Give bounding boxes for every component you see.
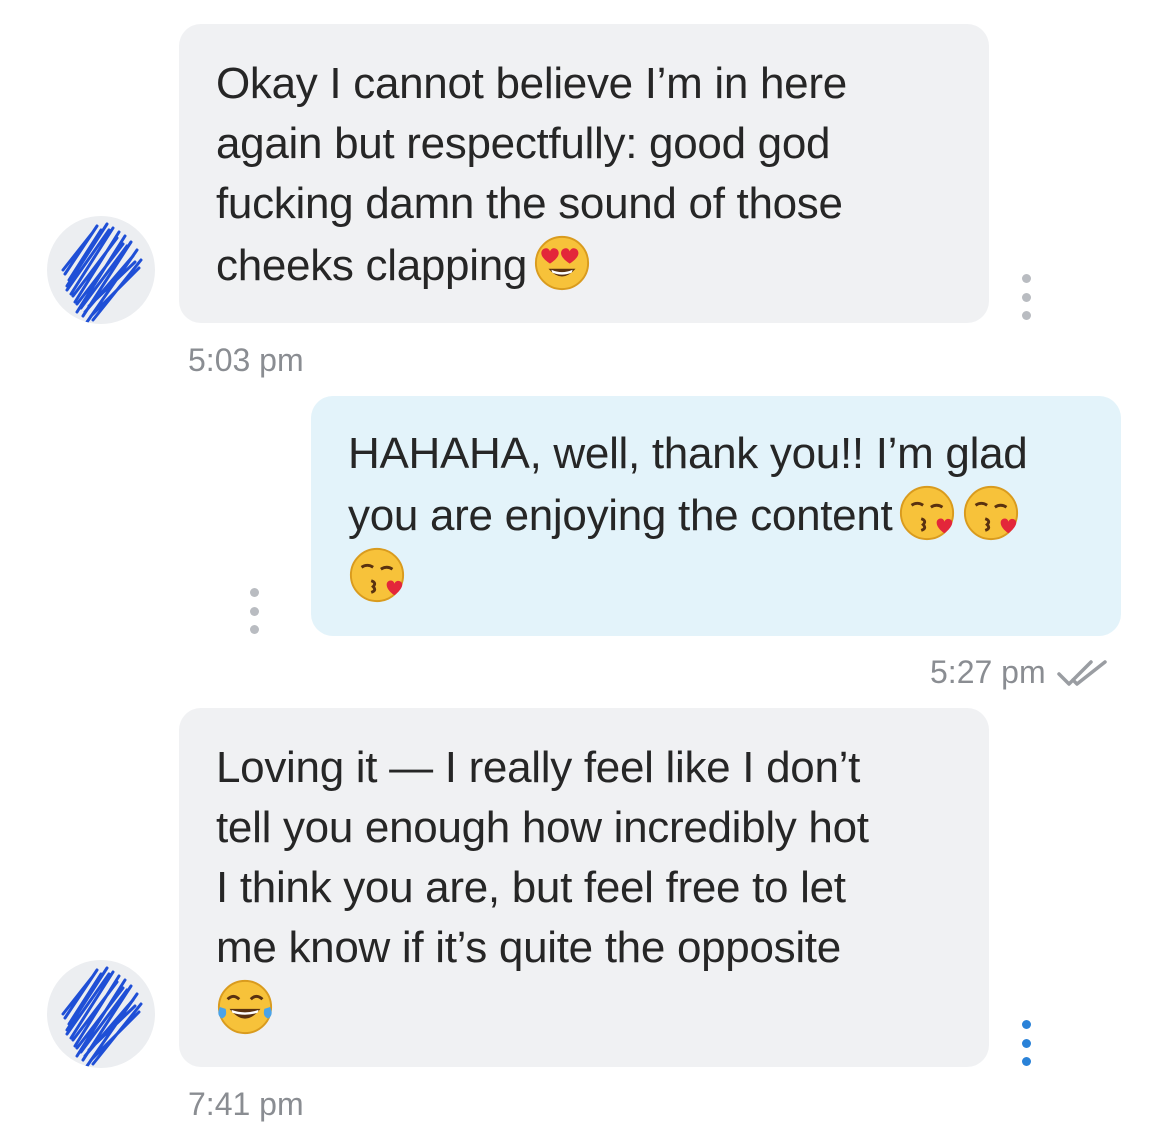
message-text: Loving it — I really feel like I don’t t… [216, 743, 869, 972]
tears-of-joy-emoji-icon [217, 979, 273, 1035]
message-options-button[interactable] [1014, 274, 1038, 320]
kissing-heart-emoji-icon [900, 485, 955, 541]
more-dot-icon [1021, 1057, 1031, 1066]
avatar-scribble-icon [61, 966, 143, 1068]
kissing-heart-emoji-icon [964, 485, 1019, 541]
message-options-button[interactable] [242, 588, 266, 634]
read-receipt-double-check-icon [1057, 660, 1107, 686]
more-dot-icon [1021, 1020, 1031, 1029]
more-dot-icon [249, 588, 259, 597]
message-bubble-incoming[interactable]: Okay I cannot believe I’m in here again … [179, 24, 989, 323]
message-text: Okay I cannot believe I’m in here again … [216, 59, 847, 290]
more-dot-icon [1021, 274, 1031, 283]
heart-eyes-emoji-icon [534, 235, 590, 291]
contact-avatar[interactable] [47, 960, 155, 1068]
more-dot-icon [1021, 292, 1031, 302]
more-dot-icon [249, 606, 259, 616]
more-dot-icon [1021, 1038, 1031, 1048]
message-timestamp: 5:03 pm [188, 342, 304, 378]
message-bubble-incoming[interactable]: Loving it — I really feel like I don’t t… [179, 708, 989, 1067]
contact-avatar[interactable] [47, 216, 155, 324]
more-dot-icon [249, 625, 259, 634]
kissing-heart-emoji-icon [349, 547, 405, 603]
message-timestamp: 5:27 pm [930, 654, 1046, 690]
message-bubble-outgoing[interactable]: HAHAHA, well, thank you!! I’m glad you a… [311, 396, 1121, 636]
message-timestamp: 7:41 pm [188, 1086, 304, 1122]
avatar-scribble-icon [61, 222, 143, 324]
message-options-button[interactable] [1014, 1020, 1038, 1066]
more-dot-icon [1021, 311, 1031, 320]
